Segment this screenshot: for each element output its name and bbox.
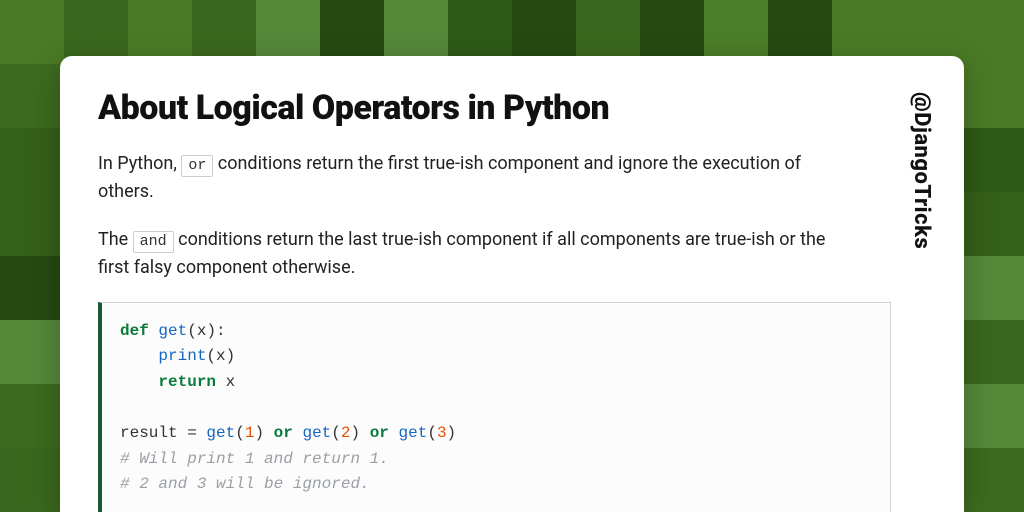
code-punc: ) — [351, 424, 370, 442]
code-number: 2 — [341, 424, 351, 442]
code-block: def get(x): print(x) return x result = g… — [98, 302, 891, 512]
code-number: 3 — [437, 424, 447, 442]
page-title: About Logical Operators in Python — [98, 88, 891, 128]
code-punc: ( — [427, 424, 437, 442]
paragraph-1: In Python, or conditions return the firs… — [98, 150, 838, 206]
code-fn-call: get — [302, 424, 331, 442]
inline-code-and: and — [133, 231, 174, 253]
code-punc: ( — [331, 424, 341, 442]
code-keyword-def: def — [120, 322, 149, 340]
inline-code-or: or — [181, 155, 213, 177]
para2-text-post: conditions return the last true-ish comp… — [98, 229, 825, 278]
para1-text-pre: In Python, — [98, 153, 181, 174]
main-content: About Logical Operators in Python In Pyt… — [98, 88, 891, 512]
code-punc: (x) — [206, 347, 235, 365]
code-builtin-print: print — [158, 347, 206, 365]
code-punc: (x): — [187, 322, 225, 340]
content-card: About Logical Operators in Python In Pyt… — [60, 56, 964, 512]
code-keyword-or: or — [274, 424, 293, 442]
code-number: 1 — [245, 424, 255, 442]
code-fn-name: get — [158, 322, 187, 340]
code-fn-call: get — [399, 424, 428, 442]
code-text: result = — [120, 424, 206, 442]
code-punc: ( — [235, 424, 245, 442]
paragraph-2: The and conditions return the last true-… — [98, 226, 838, 282]
code-space — [389, 424, 399, 442]
code-keyword-or: or — [370, 424, 389, 442]
para2-text-pre: The — [98, 229, 133, 250]
code-punc: ) — [254, 424, 273, 442]
twitter-handle: @DjangoTricks — [891, 88, 934, 512]
code-text: x — [216, 373, 235, 391]
code-comment: # Will print 1 and return 1. — [120, 450, 389, 468]
code-keyword-return: return — [158, 373, 216, 391]
code-comment: # 2 and 3 will be ignored. — [120, 475, 370, 493]
code-fn-call: get — [206, 424, 235, 442]
code-punc: ) — [447, 424, 457, 442]
